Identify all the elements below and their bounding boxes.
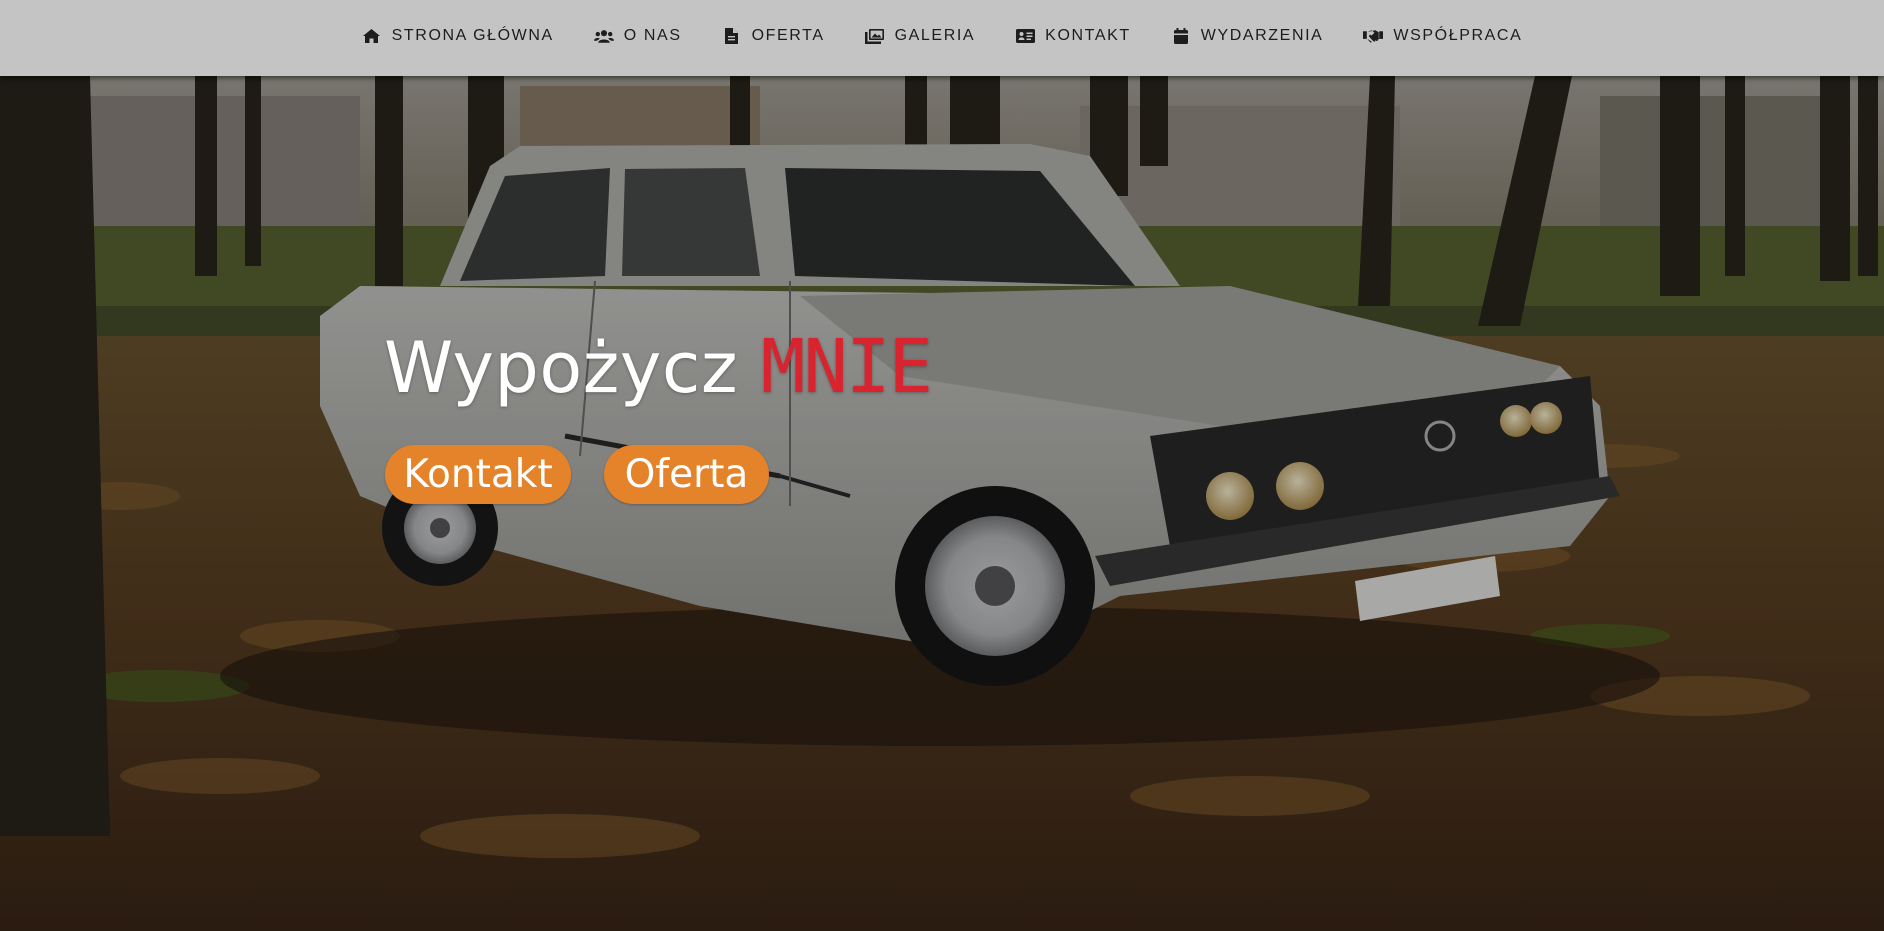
document-icon <box>722 27 742 45</box>
home-icon <box>362 27 382 45</box>
nav-item-home[interactable]: STRONA GŁÓWNA <box>362 27 554 45</box>
nav-item-gallery[interactable]: GALERIA <box>865 27 976 45</box>
hero-dark-overlay <box>0 76 1884 931</box>
hero-title: Wypożycz MNIE <box>384 324 933 410</box>
nav-item-contact[interactable]: KONTAKT <box>1015 27 1131 45</box>
hero-buttons: Kontakt Oferta <box>385 445 769 504</box>
nav-item-label: WYDARZENIA <box>1200 27 1324 44</box>
nav-item-label: KONTAKT <box>1045 27 1131 44</box>
images-icon <box>865 27 885 45</box>
hero-title-main: Wypożycz <box>384 327 739 409</box>
offer-button[interactable]: Oferta <box>604 445 769 504</box>
calendar-icon <box>1171 27 1191 45</box>
nav-item-offer[interactable]: OFERTA <box>722 27 825 45</box>
nav-item-events[interactable]: WYDARZENIA <box>1171 27 1324 45</box>
nav-item-label: GALERIA <box>894 27 976 44</box>
users-icon <box>593 27 614 45</box>
hero-title-accent: MNIE <box>760 324 933 410</box>
contact-button[interactable]: Kontakt <box>385 445 571 504</box>
nav-item-cooperation[interactable]: WSPÓŁPRACA <box>1363 27 1522 45</box>
top-navigation: STRONA GŁÓWNA O NAS OFERTA GALERIA KONTA <box>0 0 1884 76</box>
nav-menu: STRONA GŁÓWNA O NAS OFERTA GALERIA KONTA <box>0 0 1884 72</box>
hero-section: Wypożycz MNIE Kontakt Oferta <box>0 76 1884 931</box>
handshake-icon <box>1363 27 1384 45</box>
nav-item-label: STRONA GŁÓWNA <box>391 27 554 44</box>
nav-item-label: OFERTA <box>751 27 825 44</box>
nav-item-label: O NAS <box>623 27 682 44</box>
contact-card-icon <box>1015 27 1035 45</box>
nav-item-about[interactable]: O NAS <box>593 27 682 45</box>
nav-item-label: WSPÓŁPRACA <box>1393 27 1523 44</box>
